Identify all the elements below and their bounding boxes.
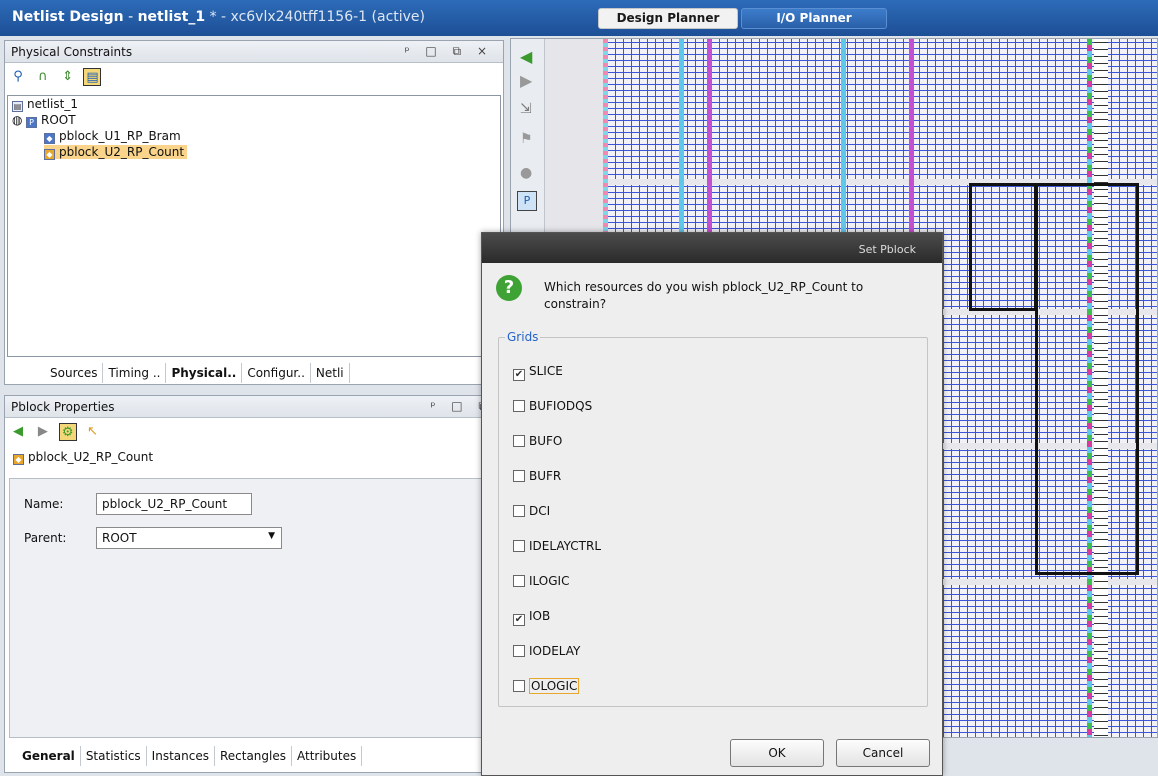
tab-design-planner[interactable]: Design Planner [598, 8, 738, 29]
checkbox-bufiodqs[interactable]: BUFIODQS [513, 399, 592, 413]
pblock-root-icon: P [26, 117, 37, 128]
expand-all-icon[interactable]: ⇕ [59, 68, 77, 86]
checkbox-idelayctrl[interactable]: IDELAYCTRL [513, 539, 601, 553]
tab-timing[interactable]: Timing .. [103, 363, 167, 383]
constraints-tree: ▤ netlist_1 ◍ P ROOT ◆ pblock_U1_RP_Bram ◆ pb… [7, 95, 501, 357]
general-properties-area: Name: pblock_U2_RP_Count Parent: ROOT ▼ [9, 478, 499, 738]
tab-attributes[interactable]: Attributes [292, 746, 363, 766]
place-icon[interactable]: ● [520, 165, 532, 181]
window-title: Netlist Design - netlist_1 * - xc6vlx240… [12, 9, 426, 25]
panel-window-controls[interactable]: ᵖ □ ⧉ × [404, 44, 493, 59]
parent-label: Parent: [24, 531, 67, 545]
tab-instances[interactable]: Instances [147, 746, 215, 766]
pblock-properties-panel: Pblock Properties ᵖ □ ⧉ ◀ ▶ ⚙ ↖ ◆ pblock_… [4, 395, 504, 773]
checkbox-ologic[interactable]: OLOGIC [513, 678, 580, 694]
tab-netlist[interactable]: Netli [311, 363, 350, 383]
cancel-button[interactable]: Cancel [836, 739, 930, 767]
name-label: Name: [24, 497, 64, 511]
draw-pblock-icon[interactable]: P [517, 191, 537, 211]
constraints-toolbar: ⚲ ∩ ⇕ ▤ [5, 65, 503, 91]
checkbox-bufo[interactable]: BUFO [513, 434, 562, 448]
tree-item-root[interactable]: ◍ P ROOT [8, 112, 500, 128]
checkbox-icon [513, 505, 525, 517]
tab-physical[interactable]: Physical.. [166, 363, 243, 383]
back-arrow-icon[interactable]: ◀ [9, 423, 27, 441]
tab-sources[interactable]: Sources [45, 363, 104, 383]
checkbox-icon [513, 470, 525, 482]
checkbox-icon [513, 680, 525, 692]
name-field[interactable]: pblock_U2_RP_Count [96, 493, 252, 515]
pblock-icon: ◆ [44, 133, 55, 144]
forward-arrow-icon[interactable]: ▶ [34, 423, 52, 441]
tab-io-planner[interactable]: I/O Planner [741, 8, 887, 29]
checkbox-icon: ✔ [513, 614, 525, 626]
back-arrow-icon[interactable]: ◀ [520, 47, 532, 66]
checkbox-iob[interactable]: ✔ IOB [513, 609, 550, 626]
grids-group: Grids ✔ SLICE BUFIODQS BUFO BUFR DCI IDEL… [498, 330, 928, 707]
title-bar: Netlist Design - netlist_1 * - xc6vlx240… [0, 0, 1158, 36]
properties-toolbar: ◀ ▶ ⚙ ↖ [5, 420, 503, 446]
group-by-icon[interactable]: ▤ [83, 68, 102, 86]
pblock-u1-outline[interactable] [969, 183, 1037, 311]
tab-configuration[interactable]: Configur.. [242, 363, 311, 383]
checkbox-bufr[interactable]: BUFR [513, 469, 561, 483]
checkbox-iodelay[interactable]: IODELAY [513, 644, 580, 658]
tree-item-netlist[interactable]: ▤ netlist_1 [8, 96, 500, 112]
tab-rectangles[interactable]: Rectangles [215, 746, 292, 766]
checkbox-icon [513, 575, 525, 587]
select-area-icon[interactable]: ⇲ [520, 101, 532, 117]
pointer-icon[interactable]: ↖ [83, 423, 101, 441]
pblock-u2-outline[interactable] [1035, 183, 1139, 575]
checkbox-icon [513, 400, 525, 412]
expander-icon[interactable]: ◍ [12, 112, 26, 128]
checkbox-dci[interactable]: DCI [513, 504, 550, 518]
netlist-icon: ▤ [12, 101, 23, 112]
properties-tabs: General Statistics Instances Rectangles Attr… [17, 746, 363, 768]
constraints-tabs: Sources Timing .. Physical.. Configur.. Netl… [45, 363, 350, 385]
checkbox-icon [513, 540, 525, 552]
tab-statistics[interactable]: Statistics [81, 746, 147, 766]
physical-constraints-panel: Physical Constraints ᵖ □ ⧉ × ⚲ ∩ ⇕ ▤ ▤ ne… [4, 40, 504, 385]
panel-header: Physical Constraints ᵖ □ ⧉ × [5, 41, 503, 63]
selected-pblock-label: ◆ pblock_U2_RP_Count [13, 450, 153, 465]
forward-arrow-icon[interactable]: ▶ [520, 71, 532, 90]
search-icon[interactable]: ⚲ [9, 68, 27, 86]
dialog-message: Which resources do you wish pblock_U2_RP… [544, 280, 864, 311]
pblock-settings-icon[interactable]: ⚙ [58, 423, 77, 441]
grids-legend: Grids [505, 330, 541, 344]
dialog-title-bar: Set Pblock [482, 233, 942, 263]
panel-header: Pblock Properties ᵖ □ ⧉ [5, 396, 503, 418]
question-icon: ? [496, 275, 522, 301]
route-icon[interactable]: ⚑ [520, 131, 533, 147]
collapse-all-icon[interactable]: ∩ [34, 68, 52, 86]
checkbox-ilogic[interactable]: ILOGIC [513, 574, 569, 588]
checkbox-icon [513, 645, 525, 657]
pblock-icon: ◆ [44, 149, 55, 160]
tab-general[interactable]: General [17, 746, 81, 766]
checkbox-icon: ✔ [513, 369, 525, 381]
tree-item-pblock-u2[interactable]: ◆ pblock_U2_RP_Count [8, 144, 500, 160]
set-pblock-dialog: Set Pblock ? Which resources do you wish… [481, 232, 943, 776]
chevron-down-icon: ▼ [268, 531, 275, 541]
checkbox-icon [513, 435, 525, 447]
pblock-icon: ◆ [13, 454, 24, 465]
parent-select[interactable]: ROOT ▼ [96, 527, 282, 549]
checkbox-slice[interactable]: ✔ SLICE [513, 364, 563, 381]
ok-button[interactable]: OK [730, 739, 824, 767]
tree-item-pblock-u1[interactable]: ◆ pblock_U1_RP_Bram [8, 128, 500, 144]
